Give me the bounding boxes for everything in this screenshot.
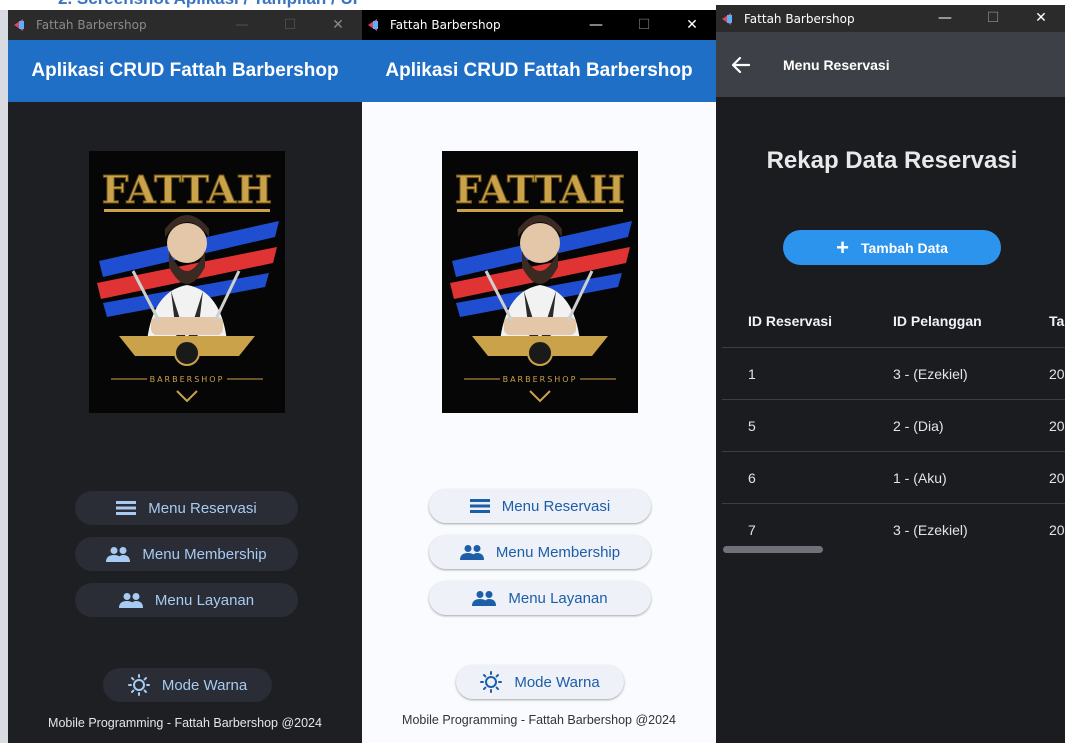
menu-layanan-button[interactable]: Menu Layanan (75, 583, 298, 617)
reservasi-table: ID Reservasi ID Pelanggan Ta 1 3 - (Ezek… (722, 295, 1065, 556)
window-titlebar: Fattah Barbershop — ☐ ✕ (362, 10, 716, 40)
window-title: Fattah Barbershop (36, 18, 147, 32)
maximize-button[interactable]: ☐ (266, 10, 314, 40)
table-cell: 1 - (Aku) (893, 470, 947, 486)
menu-reservasi-label: Menu Reservasi (501, 497, 611, 515)
menu-membership-label: Menu Membership (495, 543, 621, 561)
table-cell: 2 - (Dia) (893, 418, 944, 434)
barbershop-logo-art: FATTAH BARBERSHOP (97, 167, 279, 403)
mode-warna-label: Mode Warna (514, 673, 600, 691)
menu-layanan-button[interactable]: Menu Layanan (429, 581, 651, 615)
logo-bottom-text: BARBERSHOP (150, 375, 225, 384)
footer-text: Mobile Programming - Fattah Barbershop @… (48, 716, 322, 730)
menu-reservasi-label: Menu Reservasi (148, 499, 257, 517)
table-header-cell: Ta (1049, 313, 1065, 329)
app-bar: Aplikasi CRUD Fattah Barbershop (362, 40, 716, 102)
table-cell: 6 (748, 470, 756, 486)
flutter-app-icon (366, 17, 382, 33)
horizontal-scrollbar[interactable] (723, 546, 823, 553)
table-cell: 20 (1049, 522, 1065, 538)
mode-warna-button[interactable]: Mode Warna (456, 665, 624, 699)
window-menu-reservasi: Fattah Barbershop — ☐ ✕ Menu Reservasi R… (716, 5, 1065, 743)
table-row[interactable]: 5 2 - (Dia) 20 (722, 400, 1065, 452)
table-cell: 5 (748, 418, 756, 434)
app-bar: Aplikasi CRUD Fattah Barbershop (8, 40, 362, 102)
menu-reservasi-button[interactable]: Menu Reservasi (75, 491, 298, 525)
menu-membership-label: Menu Membership (142, 545, 267, 563)
barbershop-logo-image: FATTAH BARBERSHOP (89, 151, 285, 413)
plus-icon: + (836, 234, 849, 260)
logo-top-text: FATTAH (455, 167, 626, 212)
sun-icon (480, 671, 503, 693)
menu-membership-button[interactable]: Menu Membership (429, 535, 651, 569)
app-bar-title: Menu Reservasi (783, 56, 890, 73)
table-header-cell: ID Pelanggan (893, 313, 982, 329)
table-header-cell: ID Reservasi (748, 313, 833, 329)
table-header-row: ID Reservasi ID Pelanggan Ta (722, 295, 1065, 348)
logo-bottom-text: BARBERSHOP (503, 375, 578, 384)
window-titlebar: Fattah Barbershop — ☐ ✕ (716, 5, 1065, 32)
menu-layanan-label: Menu Layanan (154, 591, 255, 609)
minimize-button[interactable]: — (921, 5, 969, 32)
people-icon (106, 546, 131, 562)
table-row[interactable]: 6 1 - (Aku) 20 (722, 452, 1065, 504)
flutter-app-icon (12, 17, 28, 33)
people-icon (459, 544, 484, 560)
window-light-mode: Fattah Barbershop — ☐ ✕ Aplikasi CRUD Fa… (362, 10, 716, 743)
menu-reservasi-button[interactable]: Menu Reservasi (429, 489, 651, 523)
barbershop-logo-art: FATTAH BARBERSHOP (450, 167, 632, 403)
table-cell: 20 (1049, 366, 1065, 382)
document-heading: 2. Screenshot Aplikasi / Tampilan / UI (58, 0, 357, 9)
minimize-button[interactable]: — (218, 10, 266, 40)
mode-warna-button[interactable]: Mode Warna (103, 668, 272, 702)
people-icon (472, 590, 497, 606)
menu-list-icon (469, 498, 490, 514)
close-button[interactable]: ✕ (1017, 5, 1065, 32)
window-title: Fattah Barbershop (744, 11, 855, 26)
minimize-button[interactable]: — (572, 10, 620, 40)
sun-icon (127, 674, 150, 696)
maximize-button[interactable]: ☐ (620, 10, 668, 40)
logo-top-text: FATTAH (102, 167, 273, 212)
window-title: Fattah Barbershop (390, 18, 501, 32)
app-bar: Menu Reservasi (716, 32, 1065, 97)
barbershop-logo-image: FATTAH BARBERSHOP (442, 151, 638, 413)
maximize-button[interactable]: ☐ (969, 5, 1017, 32)
table-cell: 20 (1049, 418, 1065, 434)
window-titlebar: Fattah Barbershop — ☐ ✕ (8, 10, 362, 40)
app-bar-title: Aplikasi CRUD Fattah Barbershop (385, 60, 693, 81)
flutter-app-icon (720, 11, 736, 27)
table-cell: 1 (748, 366, 756, 382)
back-arrow-icon[interactable] (716, 56, 766, 73)
footer-text: Mobile Programming - Fattah Barbershop @… (402, 713, 676, 727)
tambah-data-button[interactable]: + Tambah Data (783, 230, 1001, 265)
menu-list-icon (116, 500, 137, 516)
table-cell: 20 (1049, 470, 1065, 486)
table-cell: 3 - (Ezekiel) (893, 522, 968, 538)
page-heading: Rekap Data Reservasi (766, 147, 1018, 174)
close-button[interactable]: ✕ (668, 10, 716, 40)
app-bar-title: Aplikasi CRUD Fattah Barbershop (31, 60, 339, 81)
menu-layanan-label: Menu Layanan (508, 589, 608, 607)
table-row[interactable]: 1 3 - (Ezekiel) 20 (722, 348, 1065, 400)
table-cell: 3 - (Ezekiel) (893, 366, 968, 382)
mode-warna-label: Mode Warna (161, 676, 248, 694)
close-button[interactable]: ✕ (314, 10, 362, 40)
people-icon (118, 592, 143, 608)
menu-membership-button[interactable]: Menu Membership (75, 537, 298, 571)
tambah-data-label: Tambah Data (860, 239, 948, 256)
window-dark-mode: Fattah Barbershop — ☐ ✕ Aplikasi CRUD Fa… (8, 10, 362, 743)
